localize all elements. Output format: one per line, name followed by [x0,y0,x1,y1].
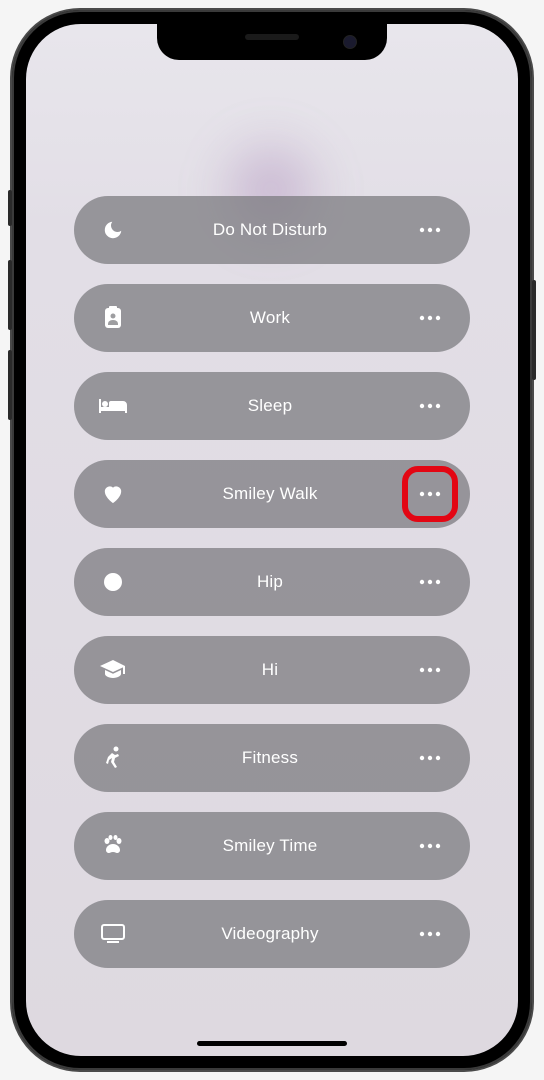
focus-item-sleep[interactable]: Sleep [74,372,470,440]
paw-icon [98,831,128,861]
volume-down [8,350,12,420]
more-button[interactable] [412,916,448,952]
heart-icon [98,479,128,509]
focus-item-smiley-time[interactable]: Smiley Time [74,812,470,880]
focus-label: Smiley Walk [128,484,412,504]
focus-item-work[interactable]: Work [74,284,470,352]
power-button [532,280,536,380]
bed-icon [98,391,128,421]
more-button[interactable] [412,740,448,776]
notch [157,24,387,60]
focus-label: Hip [128,572,412,592]
screen: Do Not Disturb Work Slee [26,24,518,1056]
more-button[interactable] [412,652,448,688]
focus-item-hi[interactable]: Hi [74,636,470,704]
circle-icon [98,567,128,597]
moon-icon [98,215,128,245]
volume-up [8,260,12,330]
phone-frame: Do Not Disturb Work Slee [12,10,532,1070]
more-button[interactable] [412,828,448,864]
badge-icon [98,303,128,333]
display-icon [98,919,128,949]
focus-item-smiley-walk[interactable]: Smiley Walk [74,460,470,528]
more-button[interactable] [412,212,448,248]
focus-list: Do Not Disturb Work Slee [26,24,518,1056]
home-indicator[interactable] [197,1041,347,1046]
front-camera [343,35,357,49]
more-button[interactable] [412,476,448,512]
more-button[interactable] [412,300,448,336]
more-button[interactable] [412,388,448,424]
focus-item-videography[interactable]: Videography [74,900,470,968]
focus-label: Work [128,308,412,328]
focus-label: Sleep [128,396,412,416]
focus-label: Do Not Disturb [128,220,412,240]
focus-item-fitness[interactable]: Fitness [74,724,470,792]
focus-item-hip[interactable]: Hip [74,548,470,616]
more-button[interactable] [412,564,448,600]
focus-label: Smiley Time [128,836,412,856]
focus-item-do-not-disturb[interactable]: Do Not Disturb [74,196,470,264]
graduation-icon [98,655,128,685]
focus-label: Hi [128,660,412,680]
focus-label: Fitness [128,748,412,768]
runner-icon [98,743,128,773]
speaker [245,34,299,40]
silence-switch [8,190,12,226]
focus-label: Videography [128,924,412,944]
